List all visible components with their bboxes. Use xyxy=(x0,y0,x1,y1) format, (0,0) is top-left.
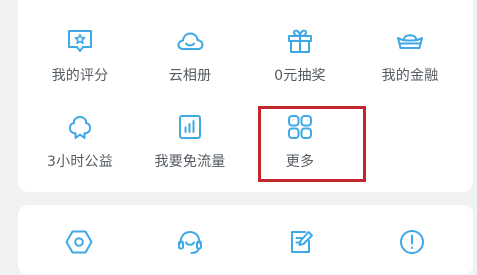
feedback-edit-icon[interactable] xyxy=(286,227,316,257)
highlight-box-more xyxy=(258,106,366,182)
grid-item-label: 我的金融 xyxy=(381,68,439,84)
settings-card xyxy=(18,205,473,275)
grid-item-cloud-album[interactable]: 云相册 xyxy=(135,26,245,85)
grid-item-my-rating[interactable]: 我的评分 xyxy=(25,26,135,85)
cloud-album-icon xyxy=(175,26,205,56)
gold-ingot-icon xyxy=(395,26,425,56)
customer-service-icon[interactable] xyxy=(175,227,205,257)
grid-item-label: 云相册 xyxy=(168,68,212,84)
grid-item-label: 我要免流量 xyxy=(154,154,226,170)
about-info-icon[interactable] xyxy=(397,227,427,257)
feature-grid-card: 我的评分 云相册 0元抽奖 我的金融 3小时公益 我要免流量 更多 xyxy=(18,0,473,192)
charity-icon xyxy=(65,112,95,142)
settings-hexagon-icon[interactable] xyxy=(64,227,94,257)
grid-item-free-lottery[interactable]: 0元抽奖 xyxy=(245,26,355,85)
grid-item-label: 我的评分 xyxy=(51,68,109,84)
grid-item-charity[interactable]: 3小时公益 xyxy=(25,112,135,171)
grid-item-my-finance[interactable]: 我的金融 xyxy=(355,26,465,85)
rating-icon xyxy=(65,26,95,56)
data-plan-icon xyxy=(175,112,205,142)
grid-item-free-data[interactable]: 我要免流量 xyxy=(135,112,245,171)
gift-icon xyxy=(285,26,315,56)
grid-item-label: 0元抽奖 xyxy=(274,68,326,84)
grid-item-label: 3小时公益 xyxy=(47,154,113,170)
